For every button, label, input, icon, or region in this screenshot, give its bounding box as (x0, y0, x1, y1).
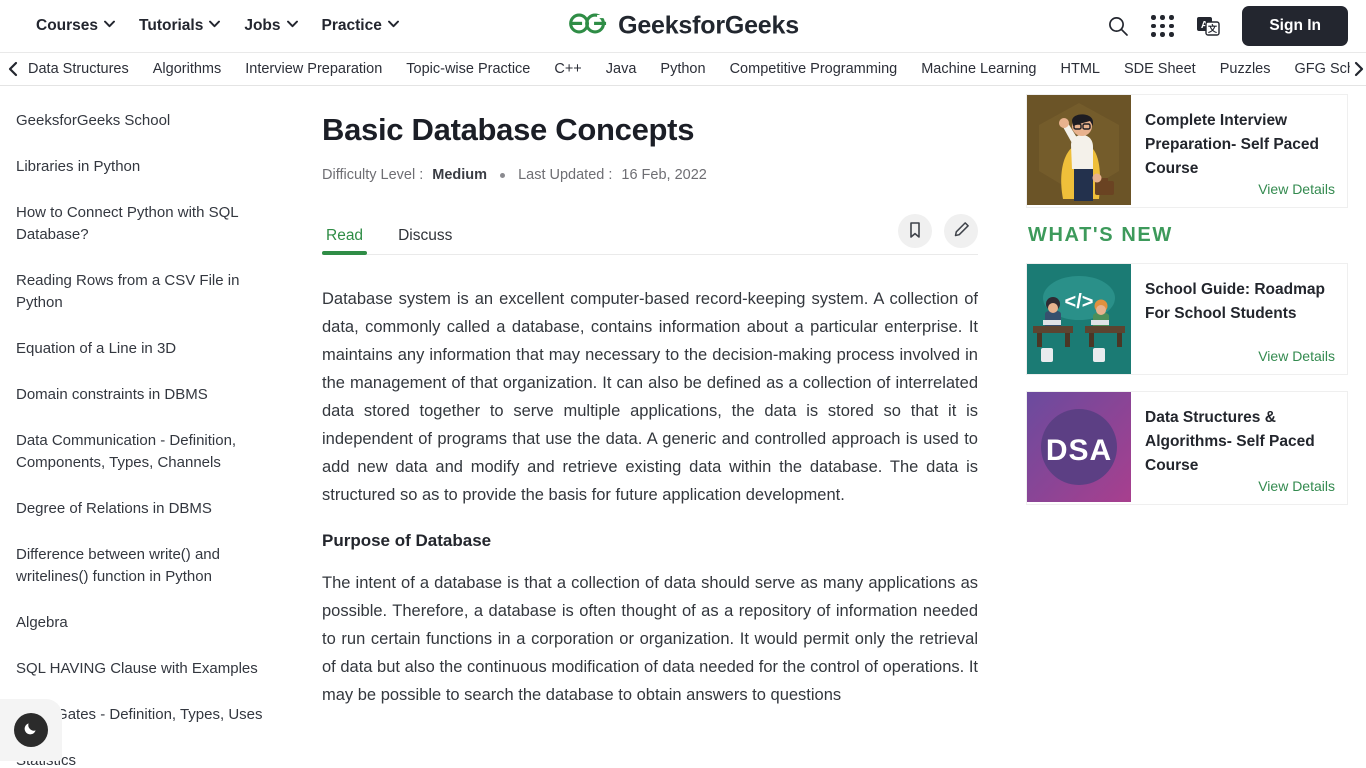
edit-button[interactable] (944, 214, 978, 248)
subnav-item-topic-wise-practice[interactable]: Topic-wise Practice (406, 61, 530, 77)
sidebar-item-sql-having-clause[interactable]: SQL HAVING Clause with Examples (16, 658, 278, 680)
promo-card-school-guide[interactable]: </> School Guide: Roadmap For School Stu… (1026, 263, 1348, 375)
subnav-item-machine-learning[interactable]: Machine Learning (921, 61, 1036, 77)
meta-separator-dot (500, 172, 506, 178)
sidebar-item-libraries-in-python[interactable]: Libraries in Python (16, 156, 278, 178)
subnav-item-html[interactable]: HTML (1060, 61, 1099, 77)
whats-new-heading: WHAT'S NEW (1028, 224, 1173, 246)
sidebar-item-domain-constraints[interactable]: Domain constraints in DBMS (16, 384, 278, 406)
tab-discuss[interactable]: Discuss (394, 227, 456, 254)
sign-in-button[interactable]: Sign In (1242, 6, 1348, 46)
site-logo[interactable]: GeeksforGeeks (567, 11, 799, 42)
article-meta: Difficulty Level : Medium Last Updated :… (322, 167, 978, 183)
school-guide-illustration: </> (1027, 264, 1131, 374)
difficulty-value: Medium (432, 167, 488, 183)
promo-title: Complete Interview Preparation- Self Pac… (1145, 112, 1320, 177)
nav-item-label: Tutorials (139, 17, 204, 34)
subnav-item-cpp[interactable]: C++ (554, 61, 581, 77)
tab-read[interactable]: Read (322, 227, 368, 255)
right-sidebar: Complete Interview Preparation- Self Pac… (1018, 86, 1366, 767)
article-heading-purpose: Purpose of Database (322, 531, 492, 550)
promo-title: Data Structures & Algorithms- Self Paced… (1145, 409, 1315, 474)
chevron-down-icon (209, 20, 221, 29)
chevron-down-icon (387, 20, 399, 29)
svg-text:</>: </> (1065, 291, 1094, 313)
sidebar-item-degree-of-relations[interactable]: Degree of Relations in DBMS (16, 498, 278, 520)
view-details-link[interactable]: View Details (1258, 348, 1335, 364)
page-title: Basic Database Concepts (322, 112, 695, 147)
sidebar-item-geeksforgeeks-school[interactable]: GeeksforGeeks School (16, 110, 278, 132)
nav-item-tutorials[interactable]: Tutorials (139, 17, 221, 35)
subnav-item-sde-sheet[interactable]: SDE Sheet (1124, 61, 1196, 77)
dsa-badge: DSA (1027, 392, 1131, 502)
subnav-item-competitive-programming[interactable]: Competitive Programming (730, 61, 898, 77)
promo-info: Complete Interview Preparation- Self Pac… (1131, 95, 1347, 207)
interview-prep-illustration (1027, 95, 1131, 205)
primary-nav: Courses Tutorials Jobs Practice (36, 17, 399, 35)
brand-name: GeeksforGeeks (618, 11, 799, 40)
article-main: Basic Database Concepts Difficulty Level… (300, 86, 1018, 767)
secondary-nav: Data Structures Algorithms Interview Pre… (0, 52, 1366, 86)
promo-card-interview-prep[interactable]: Complete Interview Preparation- Self Pac… (1026, 94, 1348, 208)
subnav-item-python[interactable]: Python (660, 61, 705, 77)
apps-grid-icon[interactable] (1151, 15, 1174, 37)
last-updated-label: Last Updated : (518, 167, 613, 183)
nav-item-label: Courses (36, 17, 99, 34)
article-actions (898, 214, 978, 254)
pencil-icon (953, 221, 970, 241)
theme-toggle-container (0, 699, 62, 761)
top-header: Courses Tutorials Jobs Practice Geeksfor… (0, 0, 1366, 52)
chevron-down-icon (286, 20, 298, 29)
view-details-link[interactable]: View Details (1258, 181, 1335, 197)
last-updated-value: 16 Feb, 2022 (621, 167, 707, 183)
sidebar-item-equation-line-3d[interactable]: Equation of a Line in 3D (16, 338, 278, 360)
subnav-item-data-structures[interactable]: Data Structures (28, 61, 129, 77)
translate-icon[interactable]: A 文 (1196, 15, 1221, 37)
nav-item-label: Jobs (244, 17, 281, 34)
nav-item-label: Practice (321, 17, 382, 34)
promo-card-dsa[interactable]: DSA Data Structures & Algorithms- Self P… (1026, 391, 1348, 505)
promo-info: School Guide: Roadmap For School Student… (1131, 264, 1347, 374)
header-actions: A 文 Sign In (1107, 6, 1348, 46)
svg-text:DSA: DSA (1046, 434, 1112, 467)
subnav-item-interview-preparation[interactable]: Interview Preparation (245, 61, 382, 77)
secondary-nav-list: Data Structures Algorithms Interview Pre… (28, 61, 1366, 77)
bookmark-icon (907, 221, 923, 242)
sidebar-item-data-communication[interactable]: Data Communication - Definition, Compone… (16, 430, 278, 474)
sidebar-item-algebra[interactable]: Algebra (16, 612, 278, 634)
subnav-item-puzzles[interactable]: Puzzles (1220, 61, 1271, 77)
nav-item-courses[interactable]: Courses (36, 17, 115, 35)
nav-item-practice[interactable]: Practice (321, 17, 399, 35)
view-details-link[interactable]: View Details (1258, 478, 1335, 494)
bookmark-button[interactable] (898, 214, 932, 248)
promo-title: School Guide: Roadmap For School Student… (1145, 281, 1325, 322)
chevron-right-icon[interactable] (1350, 53, 1366, 85)
search-icon[interactable] (1107, 15, 1129, 37)
svg-text:文: 文 (1207, 23, 1218, 34)
chevron-down-icon (104, 20, 115, 29)
article-paragraph-1: Database system is an excellent computer… (322, 290, 978, 504)
subnav-item-java[interactable]: Java (606, 61, 637, 77)
sidebar-item-reading-rows-csv[interactable]: Reading Rows from a CSV File in Python (16, 270, 278, 314)
left-sidebar: GeeksforGeeks School Libraries in Python… (0, 86, 300, 767)
sidebar-item-connect-python-sql[interactable]: How to Connect Python with SQL Database? (16, 202, 278, 246)
dark-mode-toggle[interactable] (14, 713, 48, 747)
chevron-left-icon[interactable] (6, 53, 22, 85)
subnav-item-algorithms[interactable]: Algorithms (153, 61, 222, 77)
difficulty-label: Difficulty Level : (322, 167, 424, 183)
promo-info: Data Structures & Algorithms- Self Paced… (1131, 392, 1347, 504)
moon-icon (22, 719, 40, 742)
sidebar-item-write-vs-writelines[interactable]: Difference between write() and writeline… (16, 544, 278, 588)
nav-item-jobs[interactable]: Jobs (244, 17, 298, 35)
page-body: GeeksforGeeks School Libraries in Python… (0, 86, 1366, 767)
article-tabs: Read Discuss (322, 209, 978, 255)
geeksforgeeks-logo-icon (567, 11, 609, 42)
article-paragraph-2: The intent of a database is that a colle… (322, 574, 978, 704)
